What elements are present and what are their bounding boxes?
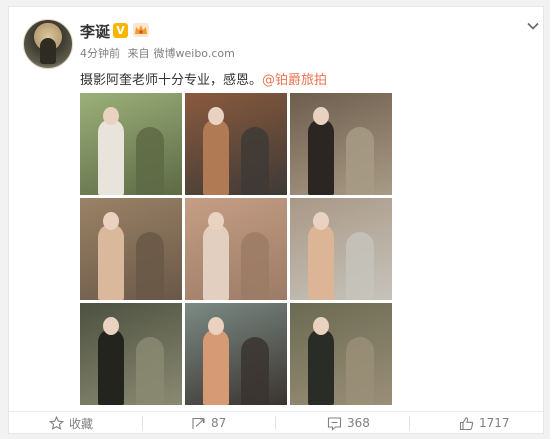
photo-7[interactable] [80, 303, 182, 405]
photo-face [313, 317, 329, 335]
chevron-down-icon[interactable] [526, 19, 540, 33]
post-source[interactable]: 微博weibo.com [154, 47, 235, 60]
photo-figure [136, 127, 164, 195]
like-count: 1717 [479, 416, 510, 430]
photo-figure [346, 127, 374, 195]
post-meta: 4分钟前 来自 微博weibo.com [80, 45, 239, 61]
photo-3[interactable] [290, 93, 392, 195]
photo-figure [203, 119, 229, 195]
photo-figure [346, 232, 374, 300]
action-separator [275, 416, 276, 430]
photo-figure [241, 127, 269, 195]
photo-1[interactable] [80, 93, 182, 195]
repost-button[interactable]: 87 [191, 414, 226, 432]
photo-figure [136, 232, 164, 300]
comment-icon [327, 416, 342, 431]
action-bar: 收藏 87 368 1717 [9, 412, 543, 433]
photo-figure [203, 224, 229, 300]
comment-count: 368 [347, 416, 370, 430]
repost-icon [192, 417, 205, 429]
mention-link[interactable]: @铂爵旅拍 [262, 73, 327, 88]
like-button[interactable]: 1717 [459, 414, 510, 432]
source-prefix: 来自 [127, 47, 150, 60]
photo-5[interactable] [185, 198, 287, 300]
photo-figure [346, 337, 374, 405]
photo-figure [136, 337, 164, 405]
photo-figure [203, 329, 229, 405]
photo-face [313, 212, 329, 230]
photo-face [208, 107, 224, 125]
thumbs-up-icon [459, 416, 474, 430]
photo-8[interactable] [185, 303, 287, 405]
post-text: 摄影阿奎老师十分专业，感恩。@铂爵旅拍 [80, 69, 327, 88]
photo-figure [98, 119, 124, 195]
photo-figure [308, 224, 334, 300]
comment-button[interactable]: 368 [327, 414, 370, 432]
photo-2[interactable] [185, 93, 287, 195]
post-body: 摄影阿奎老师十分专业，感恩。 [80, 73, 263, 88]
author-name[interactable]: 李诞 [80, 21, 110, 42]
photo-figure [308, 329, 334, 405]
photo-figure [241, 337, 269, 405]
avatar-figure [40, 38, 56, 64]
star-icon [49, 415, 64, 430]
photo-face [208, 212, 224, 230]
photo-grid [80, 93, 392, 405]
favorite-button[interactable]: 收藏 [49, 414, 93, 432]
action-separator [409, 416, 410, 430]
photo-figure [308, 119, 334, 195]
photo-figure [241, 232, 269, 300]
photo-figure [98, 224, 124, 300]
author-avatar[interactable] [23, 19, 73, 69]
photo-face [103, 317, 119, 335]
favorite-label: 收藏 [69, 416, 94, 431]
verified-badge-icon: V [113, 23, 128, 38]
weibo-post-card: 李诞 V 4分钟前 来自 微博weibo.com 摄影阿奎老师十分专业，感恩。@铂… [8, 6, 544, 434]
photo-9[interactable] [290, 303, 392, 405]
photo-face [208, 317, 224, 335]
photo-face [103, 212, 119, 230]
photo-face [313, 107, 329, 125]
photo-4[interactable] [80, 198, 182, 300]
photo-6[interactable] [290, 198, 392, 300]
member-crown-icon [133, 23, 149, 37]
repost-count: 87 [211, 416, 227, 430]
photo-face [103, 107, 119, 125]
photo-figure [98, 329, 124, 405]
action-separator [142, 416, 143, 430]
post-time[interactable]: 4分钟前 [80, 47, 120, 60]
